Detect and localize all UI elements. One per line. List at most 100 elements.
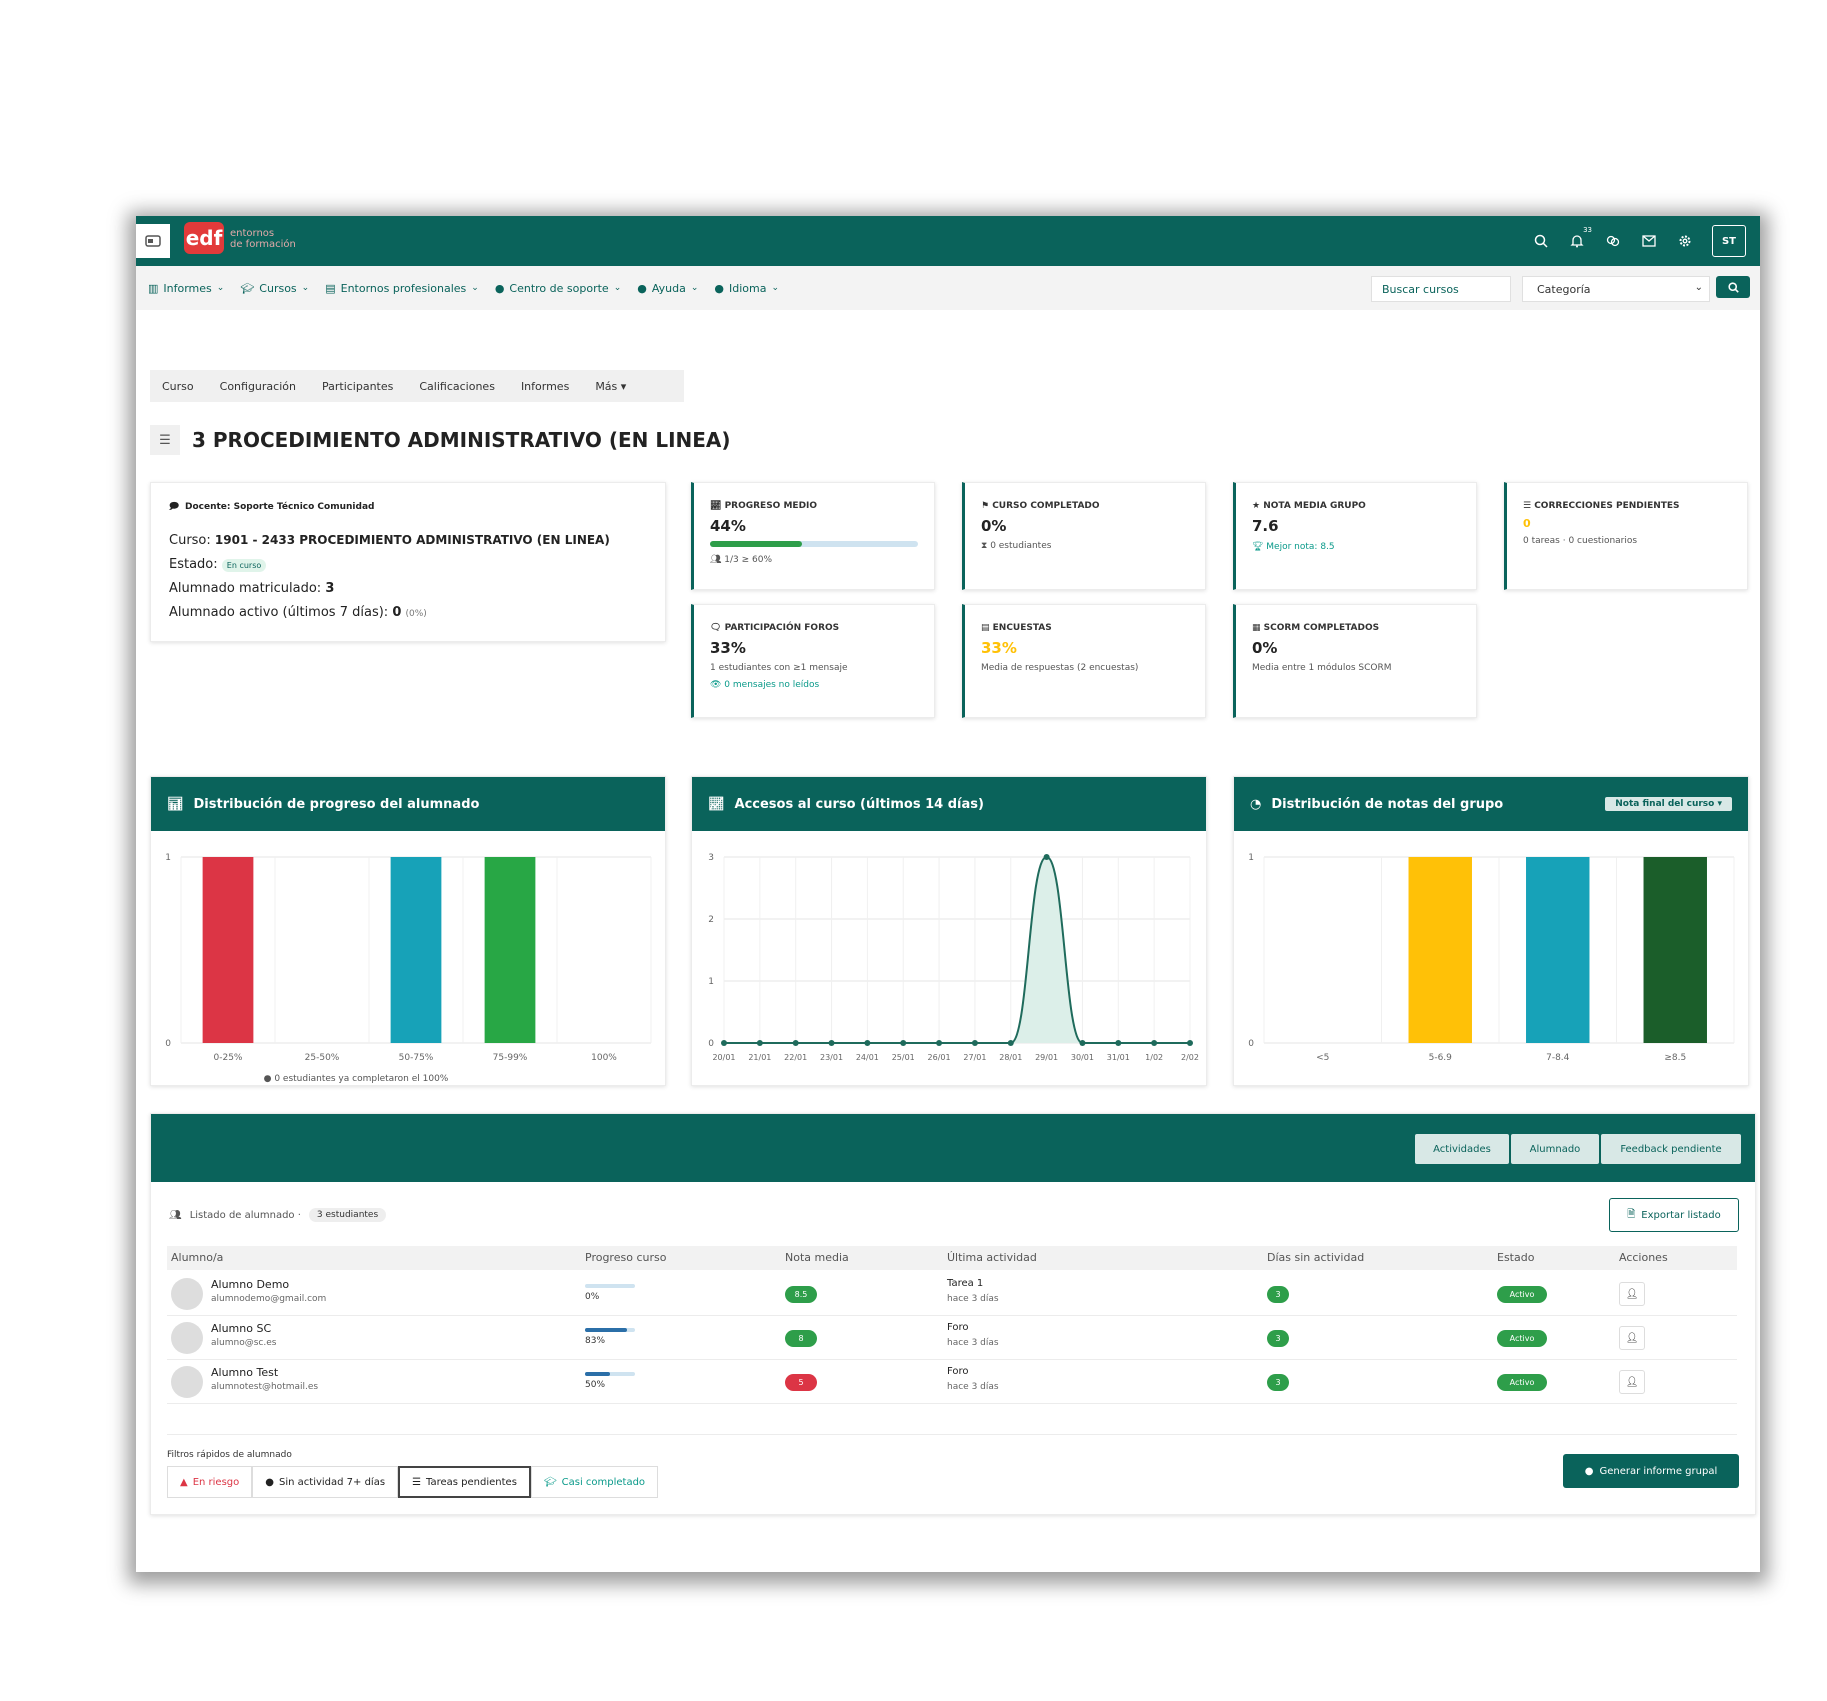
tab-informes[interactable]: Informes [521,380,569,393]
tasks-icon: ☰ [412,1476,422,1488]
view-student-button[interactable]: 👤︎ [1619,1282,1645,1306]
nav-item-soporte[interactable]: ● Centro de soporte ⌄ [495,282,621,295]
stat-label: 📈︎ PROGRESO MEDIO [710,501,818,511]
category-select[interactable]: Categoría ⌄ [1522,276,1710,302]
tab-actividades[interactable]: Actividades [1415,1134,1509,1164]
mail-icon[interactable] [1640,232,1658,250]
tab-configuracion[interactable]: Configuración [220,380,296,393]
panel-header: Actividades Alumnado Feedback pendiente [151,1114,1755,1182]
nav-item-informes[interactable]: ▥ Informes ⌄ [148,282,224,295]
data-point [1007,1040,1014,1046]
chart-icon: 📊︎ [167,796,184,812]
quick-filters: ▲ En riesgo ● Sin actividad 7+ días ☰ Tarea… [167,1466,659,1498]
y-tick-label: 3 [708,853,714,863]
nav-item-label: Centro de soporte [509,281,609,295]
page-header: ☰ 3 PROCEDIMIENTO ADMINISTRATIVO (EN LIN… [150,425,731,455]
chevron-down-icon: ⌄ [301,283,310,293]
filter-sin-actividad[interactable]: ● Sin actividad 7+ días [252,1466,399,1498]
divider [167,1434,1737,1435]
stat-sub-2-text: 0 mensajes no leídos [724,680,820,690]
user-icon: 👤︎ [1625,1288,1639,1300]
last-activity-time: hace 3 días [947,1294,999,1304]
data-point [1079,1040,1086,1046]
state-label: Estado: [169,557,218,572]
nav-item-label: Ayuda [651,281,686,295]
stat-sub-2[interactable]: 👁︎ 0 mensajes no leídos [710,680,918,690]
col-header[interactable]: Alumno/a [171,1251,223,1264]
student-email: alumnotest@hotmail.es [211,1382,319,1392]
brand-logo[interactable]: edf [184,222,224,254]
chevron-down-icon: ⌄ [613,283,622,293]
student-name[interactable]: Alumno Demo [211,1278,289,1291]
stat-sub: Media de respuestas (2 encuestas) [981,663,1139,673]
export-list-button[interactable]: 🗎 Exportar listado [1609,1198,1739,1232]
report-label: Generar informe grupal [1599,1465,1718,1477]
status-badge: Activo [1497,1374,1547,1391]
globe-icon: ● [714,281,724,295]
tab-alumnado[interactable]: Alumnado [1511,1134,1599,1164]
stat-sub-text: Mejor nota: 8.5 [1266,542,1335,552]
enrolled-value: 3 [325,581,335,596]
student-name[interactable]: Alumno Test [211,1366,278,1379]
col-header[interactable]: Última actividad [947,1251,1037,1264]
page-title: 3 PROCEDIMIENTO ADMINISTRATIVO (EN LINEA… [192,428,731,452]
chart-icon: ▥ [148,281,159,295]
course-info-card: 🗩 Docente: Soporte Técnico Comunidad Curs… [150,482,666,642]
nav-item-entornos[interactable]: ▤ Entornos profesionales ⌄ [325,282,479,295]
student-name[interactable]: Alumno SC [211,1322,271,1335]
chart-canvas: 0 1 <5 5-6.9 7-8.4 ≥8.5 [1248,853,1735,1063]
sidebar-toggle-button[interactable] [136,224,170,258]
filter-en-riesgo[interactable]: ▲ En riesgo [167,1466,253,1498]
quick-filters-title: Filtros rápidos de alumnado [167,1450,292,1460]
tab-mas[interactable]: Más ▾ [595,380,626,393]
active-pct: (0%) [405,609,427,619]
bar [390,857,442,1043]
col-header[interactable]: Días sin actividad [1267,1251,1364,1264]
clock-icon: ● [265,1476,274,1488]
nav-item-ayuda[interactable]: ● Ayuda ⌄ [637,282,698,295]
col-header[interactable]: Progreso curso [585,1251,666,1264]
stat-sub: ⧗ 0 estudiantes [981,541,1052,551]
filter-tareas-pendientes[interactable]: ☰ Tareas pendientes [398,1466,531,1498]
nav-item-idioma[interactable]: ● Idioma ⌄ [714,282,779,295]
table-row: Alumno Test alumnotest@hotmail.es 50% 5 … [167,1360,1737,1404]
x-tick-label: 2/02 [1181,1053,1199,1062]
filter-casi-completado[interactable]: 🎓︎ Casi completado [530,1466,659,1498]
x-tick-label: 30/01 [1071,1053,1094,1062]
stat-label-text: NOTA MEDIA GRUPO [1263,501,1366,511]
course-search-input[interactable]: Buscar cursos [1371,276,1511,302]
student-email: alumnodemo@gmail.com [211,1294,327,1304]
status-badge: Activo [1497,1286,1547,1303]
stat-label-text: ENCUESTAS [992,623,1052,633]
sidebar-toggle-icon [145,235,161,247]
user-avatar[interactable]: ST [1712,225,1746,257]
bar [1526,857,1590,1043]
col-header[interactable]: Nota media [785,1251,849,1264]
graduation-cap-icon: 🎓︎ [543,1476,557,1488]
tab-feedback[interactable]: Feedback pendiente [1601,1134,1741,1164]
view-student-button[interactable]: 👤︎ [1619,1326,1645,1350]
search-button[interactable] [1716,276,1750,298]
view-student-button[interactable]: 👤︎ [1619,1370,1645,1394]
col-header[interactable]: Estado [1497,1251,1534,1264]
student-progress-text: 50% [585,1380,606,1390]
gear-icon[interactable] [1676,232,1694,250]
x-tick-label: 26/01 [928,1053,951,1062]
stat-sub-text: 0 estudiantes [990,541,1052,551]
generate-group-report-button[interactable]: ● Generar informe grupal [1563,1454,1739,1488]
collapse-index-button[interactable]: ☰ [150,425,180,455]
last-activity: Foro [947,1322,969,1333]
tab-calificaciones[interactable]: Calificaciones [419,380,495,393]
chat-icon[interactable] [1604,232,1622,250]
app-window: edf entornos de formación 33 ST ▥ Informe… [136,216,1760,1572]
tab-curso[interactable]: Curso [162,380,194,393]
grade-type-select[interactable]: Nota final del curso ▾ [1605,797,1732,811]
tab-participantes[interactable]: Participantes [322,380,393,393]
active-value: 0 [392,605,402,620]
search-icon[interactable] [1532,232,1550,250]
nav-item-cursos[interactable]: 🎓︎ Cursos ⌄ [240,282,309,295]
data-point [864,1040,871,1046]
export-label: Exportar listado [1641,1209,1721,1221]
users-icon: 👥︎ [169,1209,182,1221]
bell-icon[interactable]: 33 [1568,226,1592,250]
